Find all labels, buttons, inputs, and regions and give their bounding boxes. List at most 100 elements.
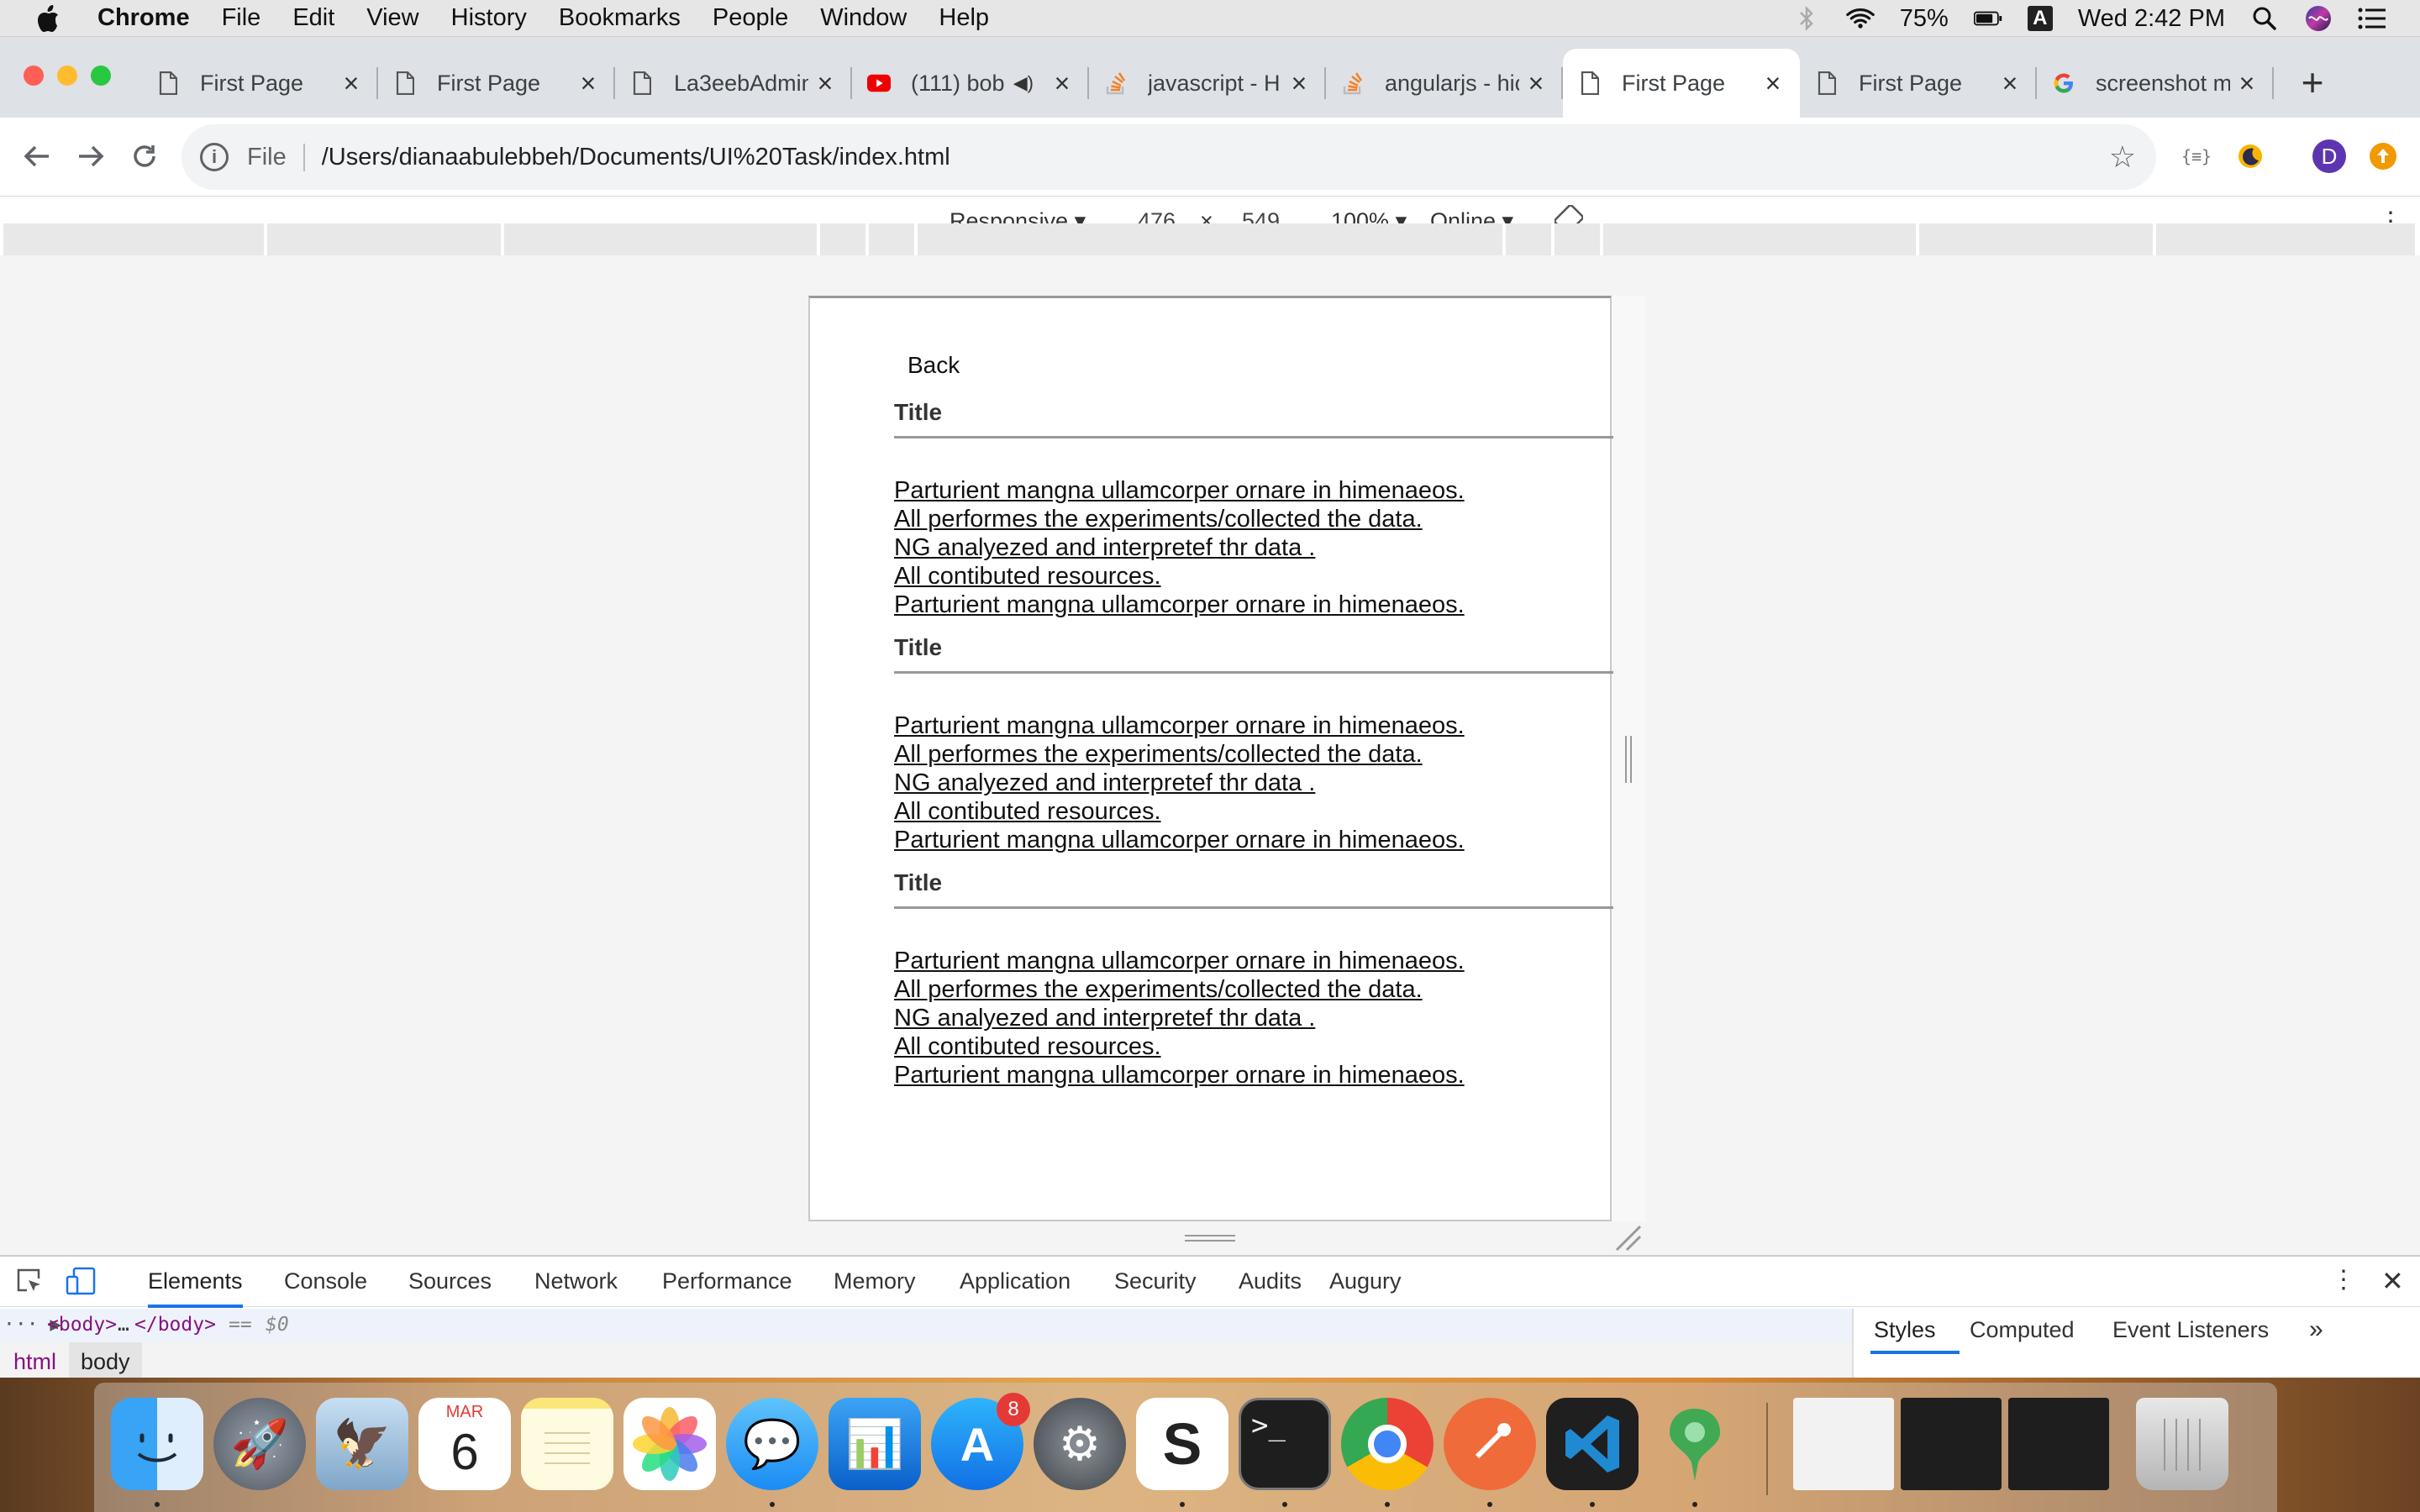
browser-tab[interactable]: javascript - H × bbox=[1089, 49, 1326, 118]
content-link[interactable]: All contibuted resources. bbox=[894, 562, 1465, 591]
bookmark-star-icon[interactable]: ☆ bbox=[2109, 139, 2136, 175]
close-tab-icon[interactable]: × bbox=[1282, 66, 1316, 100]
content-link[interactable]: Parturient mangna ullamcorper ornare in … bbox=[894, 826, 1465, 854]
close-window-button[interactable] bbox=[24, 66, 44, 86]
content-link[interactable]: All performes the experiments/collected … bbox=[894, 975, 1465, 1004]
content-link[interactable]: Parturient mangna ullamcorper ornare in … bbox=[894, 476, 1465, 505]
close-tab-icon[interactable]: × bbox=[334, 66, 368, 100]
sidebar-tab-styles[interactable]: Styles bbox=[1874, 1317, 1936, 1343]
browser-tab[interactable]: (111) bob ◀) × bbox=[852, 49, 1089, 118]
close-tab-icon[interactable]: × bbox=[1519, 66, 1553, 100]
site-info-icon[interactable]: i bbox=[200, 143, 229, 171]
spotlight-search-icon[interactable] bbox=[2250, 6, 2279, 31]
menu-people[interactable]: People bbox=[713, 4, 788, 32]
bluetooth-icon[interactable] bbox=[1792, 6, 1821, 31]
close-tab-icon[interactable]: × bbox=[1993, 66, 2027, 100]
minimized-window-thumbnail[interactable] bbox=[2008, 1398, 2109, 1490]
vscode-icon[interactable] bbox=[1546, 1398, 1639, 1490]
photos-icon[interactable] bbox=[623, 1398, 716, 1490]
content-link[interactable]: Parturient mangna ullamcorper ornare in … bbox=[894, 591, 1465, 619]
minimized-window-thumbnail[interactable] bbox=[1793, 1398, 1894, 1490]
device-toggle-icon[interactable] bbox=[66, 1267, 96, 1301]
menu-history[interactable]: History bbox=[451, 4, 527, 32]
content-link[interactable]: Parturient mangna ullamcorper ornare in … bbox=[894, 1061, 1465, 1089]
breadcrumb-body[interactable]: body bbox=[69, 1342, 142, 1379]
devtools-tab-audits[interactable]: Audits bbox=[1239, 1268, 1302, 1294]
content-link[interactable]: NG analyezed and interpretef thr data . bbox=[894, 1004, 1465, 1032]
devtools-tab-augury[interactable]: Augury bbox=[1329, 1268, 1402, 1294]
chrome-icon[interactable] bbox=[1341, 1398, 1434, 1490]
dark-mode-extension-icon[interactable] bbox=[2230, 136, 2270, 176]
new-tab-button[interactable]: + bbox=[2292, 60, 2333, 104]
sourcetree-icon[interactable] bbox=[1649, 1398, 1741, 1490]
postman-icon[interactable] bbox=[1444, 1398, 1536, 1490]
browser-tab[interactable]: First Page × bbox=[141, 49, 378, 118]
width-resize-handle[interactable] bbox=[1625, 736, 1632, 783]
devtools-tab-console[interactable]: Console bbox=[284, 1268, 367, 1294]
menu-bookmarks[interactable]: Bookmarks bbox=[559, 4, 681, 32]
mail-icon[interactable]: 🦅 bbox=[316, 1398, 408, 1490]
devtools-tab-security[interactable]: Security bbox=[1114, 1268, 1197, 1294]
menu-edit[interactable]: Edit bbox=[292, 4, 334, 32]
finder-icon[interactable] bbox=[111, 1398, 203, 1490]
devtools-tab-memory[interactable]: Memory bbox=[834, 1268, 916, 1294]
close-tab-icon[interactable]: × bbox=[571, 66, 605, 100]
content-link[interactable]: All performes the experiments/collected … bbox=[894, 505, 1465, 533]
update-extension-icon[interactable] bbox=[2363, 136, 2403, 176]
slack-icon[interactable]: S bbox=[1136, 1398, 1228, 1490]
content-link[interactable]: All contibuted resources. bbox=[894, 797, 1465, 826]
menu-file[interactable]: File bbox=[222, 4, 261, 32]
json-viewer-extension-icon[interactable]: {≡} bbox=[2176, 136, 2217, 176]
close-tab-icon[interactable]: × bbox=[1756, 66, 1790, 100]
content-link[interactable]: NG analyezed and interpretef thr data . bbox=[894, 533, 1465, 562]
back-arrow-icon[interactable] bbox=[17, 136, 57, 176]
content-link[interactable]: All contibuted resources. bbox=[894, 1032, 1465, 1061]
dom-tree-selected-node[interactable]: ··· ▶ <body> … </body> == $0 bbox=[0, 1309, 1852, 1342]
devtools-tab-application[interactable]: Application bbox=[960, 1268, 1071, 1294]
trash-icon[interactable] bbox=[2136, 1398, 2228, 1490]
system-preferences-icon[interactable]: ⚙ bbox=[1034, 1398, 1126, 1490]
minimize-window-button[interactable] bbox=[57, 66, 77, 86]
apple-menu-icon[interactable] bbox=[35, 4, 64, 33]
inspect-element-icon[interactable] bbox=[15, 1267, 44, 1301]
close-tab-icon[interactable]: × bbox=[1045, 66, 1079, 100]
height-resize-handle[interactable] bbox=[1185, 1235, 1235, 1242]
menu-help[interactable]: Help bbox=[939, 4, 989, 32]
launchpad-icon[interactable]: 🚀 bbox=[213, 1398, 306, 1490]
breadcrumb-html[interactable]: html bbox=[13, 1349, 56, 1375]
terminal-icon[interactable]: >_ bbox=[1239, 1398, 1331, 1490]
sidebar-tab-event-listeners[interactable]: Event Listeners bbox=[2112, 1317, 2269, 1343]
notification-center-icon[interactable] bbox=[2358, 6, 2386, 31]
reload-icon[interactable] bbox=[124, 136, 165, 176]
close-devtools-icon[interactable]: ✕ bbox=[2381, 1265, 2404, 1297]
battery-icon[interactable] bbox=[1973, 6, 2002, 31]
devtools-tab-elements[interactable]: Elements bbox=[148, 1268, 243, 1308]
browser-tab[interactable]: First Page × bbox=[378, 49, 615, 118]
browser-tab-active[interactable]: First Page × bbox=[1563, 49, 1800, 118]
back-button[interactable]: Back bbox=[908, 352, 960, 379]
app-menu-chrome[interactable]: Chrome bbox=[97, 4, 190, 32]
wifi-icon[interactable] bbox=[1846, 6, 1875, 31]
calendar-icon[interactable]: MAR 6 bbox=[418, 1398, 511, 1490]
media-query-bar[interactable] bbox=[0, 223, 2420, 255]
browser-tab[interactable]: First Page × bbox=[1800, 49, 2037, 118]
sidebar-tab-computed[interactable]: Computed bbox=[1970, 1317, 2075, 1343]
devtools-menu-icon[interactable]: ⋮ bbox=[2331, 1265, 2356, 1294]
menubar-clock[interactable]: Wed 2:42 PM bbox=[2078, 5, 2225, 33]
minimized-window-thumbnail[interactable] bbox=[1901, 1398, 2002, 1490]
notes-icon[interactable] bbox=[521, 1398, 613, 1490]
siri-icon[interactable] bbox=[2304, 6, 2333, 31]
profile-avatar[interactable]: D bbox=[2309, 136, 2349, 176]
keynote-icon[interactable]: 📊 bbox=[829, 1398, 921, 1490]
corner-resize-handle[interactable] bbox=[1613, 1223, 1642, 1252]
more-tabs-icon[interactable]: » bbox=[2309, 1315, 2323, 1344]
url-text[interactable]: /Users/dianaabulebbeh/Documents/UI%20Tas… bbox=[322, 144, 950, 171]
content-link[interactable]: NG analyezed and interpretef thr data . bbox=[894, 769, 1465, 797]
zoom-window-button[interactable] bbox=[91, 66, 111, 86]
audio-playing-icon[interactable]: ◀) bbox=[1013, 72, 1034, 94]
devtools-tab-sources[interactable]: Sources bbox=[408, 1268, 492, 1294]
browser-tab[interactable]: La3eebAdmin × bbox=[615, 49, 852, 118]
content-link[interactable]: Parturient mangna ullamcorper ornare in … bbox=[894, 711, 1465, 740]
browser-tab[interactable]: screenshot m × bbox=[2037, 49, 2274, 118]
browser-tab[interactable]: angularjs - hic × bbox=[1326, 49, 1563, 118]
